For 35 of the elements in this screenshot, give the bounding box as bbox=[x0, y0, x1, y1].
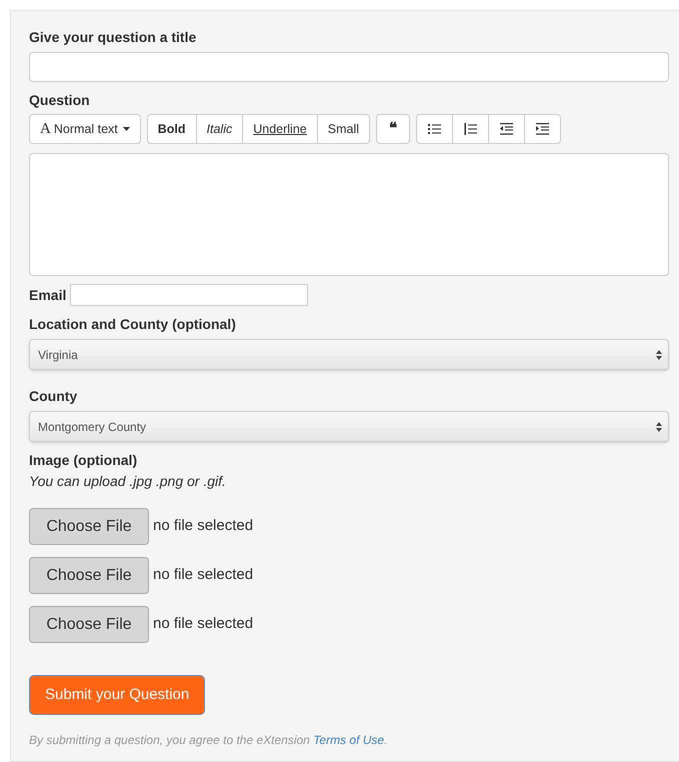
terms-note: By submitting a question, you agree to the eXtension Terms of Use. bbox=[29, 732, 388, 749]
choose-file-button[interactable]: Choose File bbox=[29, 557, 149, 594]
email-field[interactable] bbox=[70, 284, 308, 306]
underline-button[interactable]: Underline bbox=[242, 114, 318, 144]
title-field[interactable] bbox=[29, 52, 669, 82]
small-button[interactable]: Small bbox=[316, 114, 370, 144]
choose-file-button[interactable]: Choose File bbox=[29, 508, 149, 545]
numbered-list-button[interactable] bbox=[452, 114, 490, 144]
caret-icon bbox=[122, 127, 130, 131]
updown-arrows-icon bbox=[656, 422, 662, 432]
italic-button[interactable]: Italic bbox=[196, 114, 244, 144]
bullet-list-button[interactable] bbox=[416, 114, 454, 144]
select-field[interactable]: Montgomery County bbox=[29, 411, 669, 442]
file-status: no file selected bbox=[153, 516, 254, 536]
file-status: no file selected bbox=[153, 614, 254, 634]
bullet-list-icon bbox=[428, 123, 442, 135]
hint-text: You can upload .jpg .png or .gif. bbox=[29, 472, 227, 491]
indent-button[interactable] bbox=[524, 114, 562, 144]
numbered-list-icon bbox=[464, 123, 478, 135]
select-field[interactable]: Virginia bbox=[29, 339, 669, 370]
indent-icon bbox=[536, 123, 550, 135]
field-label: Give your question a title bbox=[29, 28, 198, 47]
file-status: no file selected bbox=[153, 565, 254, 586]
updown-arrows-icon bbox=[656, 350, 662, 360]
bold-button[interactable]: Bold bbox=[146, 114, 197, 144]
field-label: Email bbox=[29, 286, 66, 304]
outdent-button[interactable] bbox=[488, 114, 526, 144]
choose-file-button[interactable]: Choose File bbox=[29, 606, 149, 643]
field-label: Question bbox=[29, 91, 91, 110]
text-style-dropdown[interactable]: A Normal text bbox=[29, 114, 141, 144]
field-label: Location and County (optional) bbox=[29, 315, 237, 334]
quote-button[interactable]: ❝ bbox=[376, 114, 410, 144]
outdent-icon bbox=[500, 123, 514, 135]
field-label: Image (optional) bbox=[29, 451, 138, 470]
field-label: County bbox=[29, 387, 78, 406]
